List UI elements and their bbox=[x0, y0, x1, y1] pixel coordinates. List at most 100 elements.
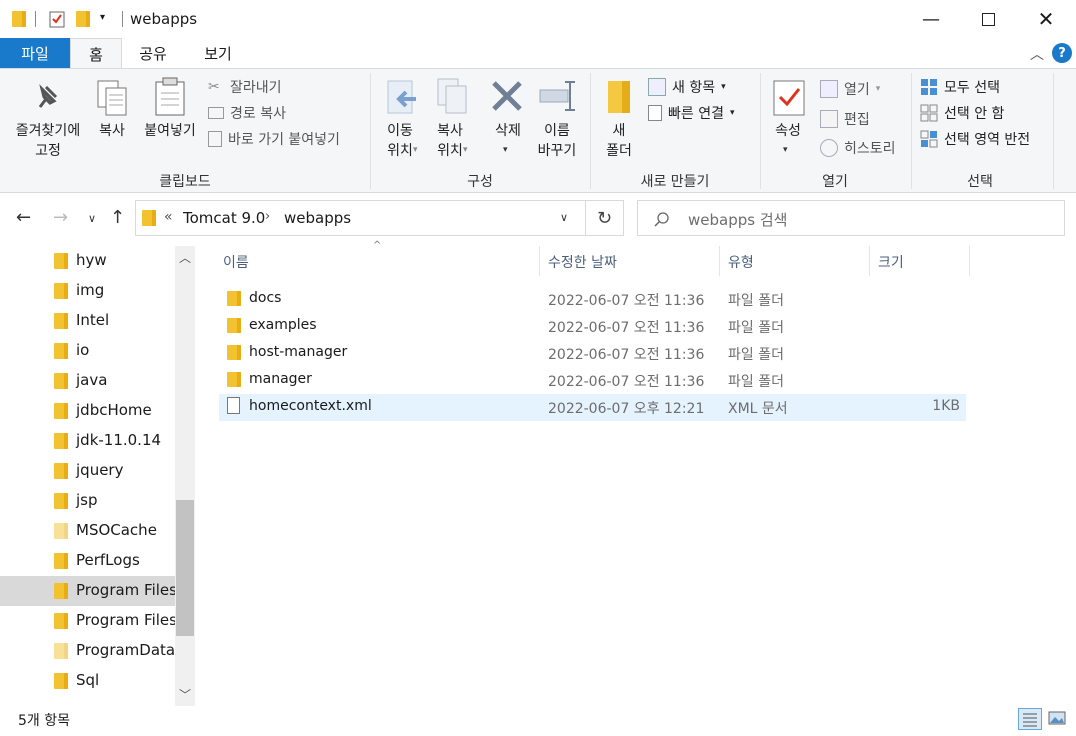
file-type: 파일 폴더 bbox=[728, 347, 784, 363]
cut-label: 잘라내기 bbox=[230, 80, 282, 96]
file-row[interactable]: manager 2022-06-07 오전 11:36 파일 폴더 bbox=[219, 367, 966, 394]
refresh-button[interactable]: ↻ bbox=[586, 200, 624, 236]
customize-quick-access-icon[interactable]: ▾ bbox=[100, 12, 105, 23]
select-all-label: 모두 선택 bbox=[944, 80, 1000, 96]
nav-item-msocache[interactable]: MSOCache bbox=[0, 516, 175, 546]
edit-icon bbox=[820, 110, 838, 128]
scroll-up-icon[interactable]: ︿ bbox=[179, 249, 191, 266]
nav-item-program-files-x86[interactable]: Program Files ( bbox=[0, 606, 188, 636]
minimize-button[interactable]: — bbox=[908, 0, 954, 38]
invert-selection-button[interactable]: 선택 영역 반전 bbox=[920, 129, 1030, 149]
divider bbox=[1053, 73, 1054, 189]
column-divider[interactable] bbox=[539, 246, 540, 276]
column-header-name[interactable]: 이름 bbox=[223, 252, 249, 272]
nav-item-program-files[interactable]: Program Files bbox=[0, 576, 177, 606]
breadcrumb-tomcat[interactable]: Tomcat 9.0 bbox=[183, 209, 265, 227]
file-row[interactable]: docs 2022-06-07 오전 11:36 파일 폴더 bbox=[219, 286, 966, 313]
tab-file[interactable]: 파일 bbox=[0, 38, 70, 68]
chevron-down-icon: ▾ bbox=[413, 145, 418, 155]
column-divider[interactable] bbox=[969, 246, 970, 276]
file-row[interactable]: examples 2022-06-07 오전 11:36 파일 폴더 bbox=[219, 313, 966, 340]
cut-button[interactable]: ✂ 잘라내기 bbox=[208, 77, 282, 97]
nav-item-img[interactable]: img bbox=[0, 276, 175, 306]
pin-quick-access-button[interactable]: 즐겨찾기에 고정 bbox=[8, 121, 88, 161]
paste-button[interactable]: 붙여넣기 bbox=[138, 121, 202, 141]
column-header-size[interactable]: 크기 bbox=[878, 252, 904, 272]
large-icons-view-button[interactable] bbox=[1046, 708, 1070, 730]
file-name: examples bbox=[249, 317, 317, 333]
properties-quick-icon[interactable] bbox=[49, 10, 65, 28]
nav-item-intel[interactable]: Intel bbox=[0, 306, 175, 336]
recent-locations-button[interactable]: ∨ bbox=[88, 212, 96, 225]
tab-view[interactable]: 보기 bbox=[188, 38, 248, 68]
new-item-button[interactable]: 새 항목 ▾ bbox=[648, 77, 726, 97]
ribbon-tabs: 파일 홈 공유 보기 ︿ ? bbox=[0, 38, 1076, 70]
file-row[interactable]: host-manager 2022-06-07 오전 11:36 파일 폴더 bbox=[219, 340, 966, 367]
file-date: 2022-06-07 오후 12:21 bbox=[548, 401, 705, 417]
properties-button[interactable]: 속성 bbox=[768, 121, 808, 141]
copy-to-button[interactable]: 복사 위치 bbox=[428, 121, 472, 161]
nav-item-programdata[interactable]: ProgramData bbox=[0, 636, 175, 666]
file-type: 파일 폴더 bbox=[728, 374, 784, 390]
nav-item-jquery[interactable]: jquery bbox=[0, 456, 175, 486]
new-folder-icon bbox=[608, 81, 630, 113]
copy-button[interactable]: 복사 bbox=[94, 121, 130, 141]
rename-button[interactable]: 이름 바꾸기 bbox=[532, 121, 582, 161]
open-group-title: 열기 bbox=[822, 174, 848, 190]
maximize-button[interactable] bbox=[965, 0, 1011, 38]
column-header-type[interactable]: 유형 bbox=[728, 252, 754, 272]
ribbon: 즐겨찾기에 고정 복사 붙여넣기 ✂ 잘라내기 경로 복사 바로 가기 붙여넣기… bbox=[0, 68, 1076, 193]
tab-home[interactable]: 홈 bbox=[70, 38, 122, 70]
document-icon bbox=[227, 397, 240, 414]
new-group-title: 새로 만들기 bbox=[640, 174, 710, 190]
breadcrumb-webapps[interactable]: webapps bbox=[284, 209, 351, 227]
nav-scrollbar[interactable] bbox=[175, 246, 195, 706]
open-button[interactable]: 열기 ▾ bbox=[820, 79, 880, 99]
nav-item-perflogs[interactable]: PerfLogs bbox=[0, 546, 175, 576]
address-bar[interactable]: « Tomcat 9.0 › webapps ∨ bbox=[135, 200, 586, 236]
nav-item-hyw[interactable]: hyw bbox=[0, 246, 175, 276]
scroll-down-icon[interactable]: ﹀ bbox=[179, 686, 191, 703]
nav-item-jdk[interactable]: jdk-11.0.14 bbox=[0, 426, 175, 456]
close-button[interactable]: ✕ bbox=[1023, 0, 1069, 38]
edit-button[interactable]: 편집 bbox=[820, 109, 870, 129]
collapse-ribbon-icon[interactable]: ︿ bbox=[1030, 44, 1044, 64]
column-divider[interactable] bbox=[719, 246, 720, 276]
search-box[interactable]: webapps 검색 bbox=[637, 200, 1065, 236]
move-to-button[interactable]: 이동 위치 bbox=[378, 121, 422, 161]
back-button[interactable]: ← bbox=[16, 207, 31, 228]
nav-item-sql[interactable]: Sql bbox=[0, 666, 175, 696]
delete-button[interactable]: 삭제 bbox=[488, 121, 528, 141]
folder-icon bbox=[54, 253, 68, 269]
tab-share[interactable]: 공유 bbox=[130, 38, 176, 68]
file-type: 파일 폴더 bbox=[728, 320, 784, 336]
copy-path-button[interactable]: 경로 복사 bbox=[208, 103, 286, 123]
address-dropdown-icon[interactable]: ∨ bbox=[560, 211, 568, 224]
new-folder-quick-icon[interactable] bbox=[76, 11, 90, 27]
nav-item-jdbchome[interactable]: jdbcHome bbox=[0, 396, 175, 426]
paste-shortcut-button[interactable]: 바로 가기 붙여넣기 bbox=[208, 129, 340, 149]
chevron-right-icon[interactable]: › bbox=[265, 209, 270, 224]
nav-item-io[interactable]: io bbox=[0, 336, 175, 366]
select-all-button[interactable]: 모두 선택 bbox=[920, 77, 1000, 97]
folder-icon bbox=[54, 493, 68, 509]
file-row-selected[interactable]: homecontext.xml 2022-06-07 오후 12:21 XML … bbox=[219, 394, 966, 421]
search-input[interactable]: webapps 검색 bbox=[688, 209, 787, 230]
folder-icon bbox=[12, 11, 26, 27]
easy-access-button[interactable]: 빠른 연결 ▾ bbox=[648, 103, 735, 123]
scrollbar-thumb[interactable] bbox=[176, 500, 194, 636]
up-button[interactable]: ↑ bbox=[110, 207, 125, 228]
nav-item-java[interactable]: java bbox=[0, 366, 175, 396]
column-divider[interactable] bbox=[869, 246, 870, 276]
overflow-crumb[interactable]: « bbox=[164, 209, 173, 225]
nav-item-jsp[interactable]: jsp bbox=[0, 486, 175, 516]
new-folder-button[interactable]: 새 폴더 bbox=[598, 121, 640, 161]
select-none-button[interactable]: 선택 안 함 bbox=[920, 103, 1004, 123]
forward-button[interactable]: → bbox=[53, 207, 68, 228]
file-type: 파일 폴더 bbox=[728, 293, 784, 309]
folder-icon bbox=[54, 643, 68, 659]
help-icon[interactable]: ? bbox=[1052, 43, 1072, 63]
column-header-date[interactable]: 수정한 날짜 bbox=[548, 252, 617, 272]
details-view-button[interactable] bbox=[1018, 708, 1042, 730]
history-button[interactable]: 히스토리 bbox=[820, 138, 896, 158]
